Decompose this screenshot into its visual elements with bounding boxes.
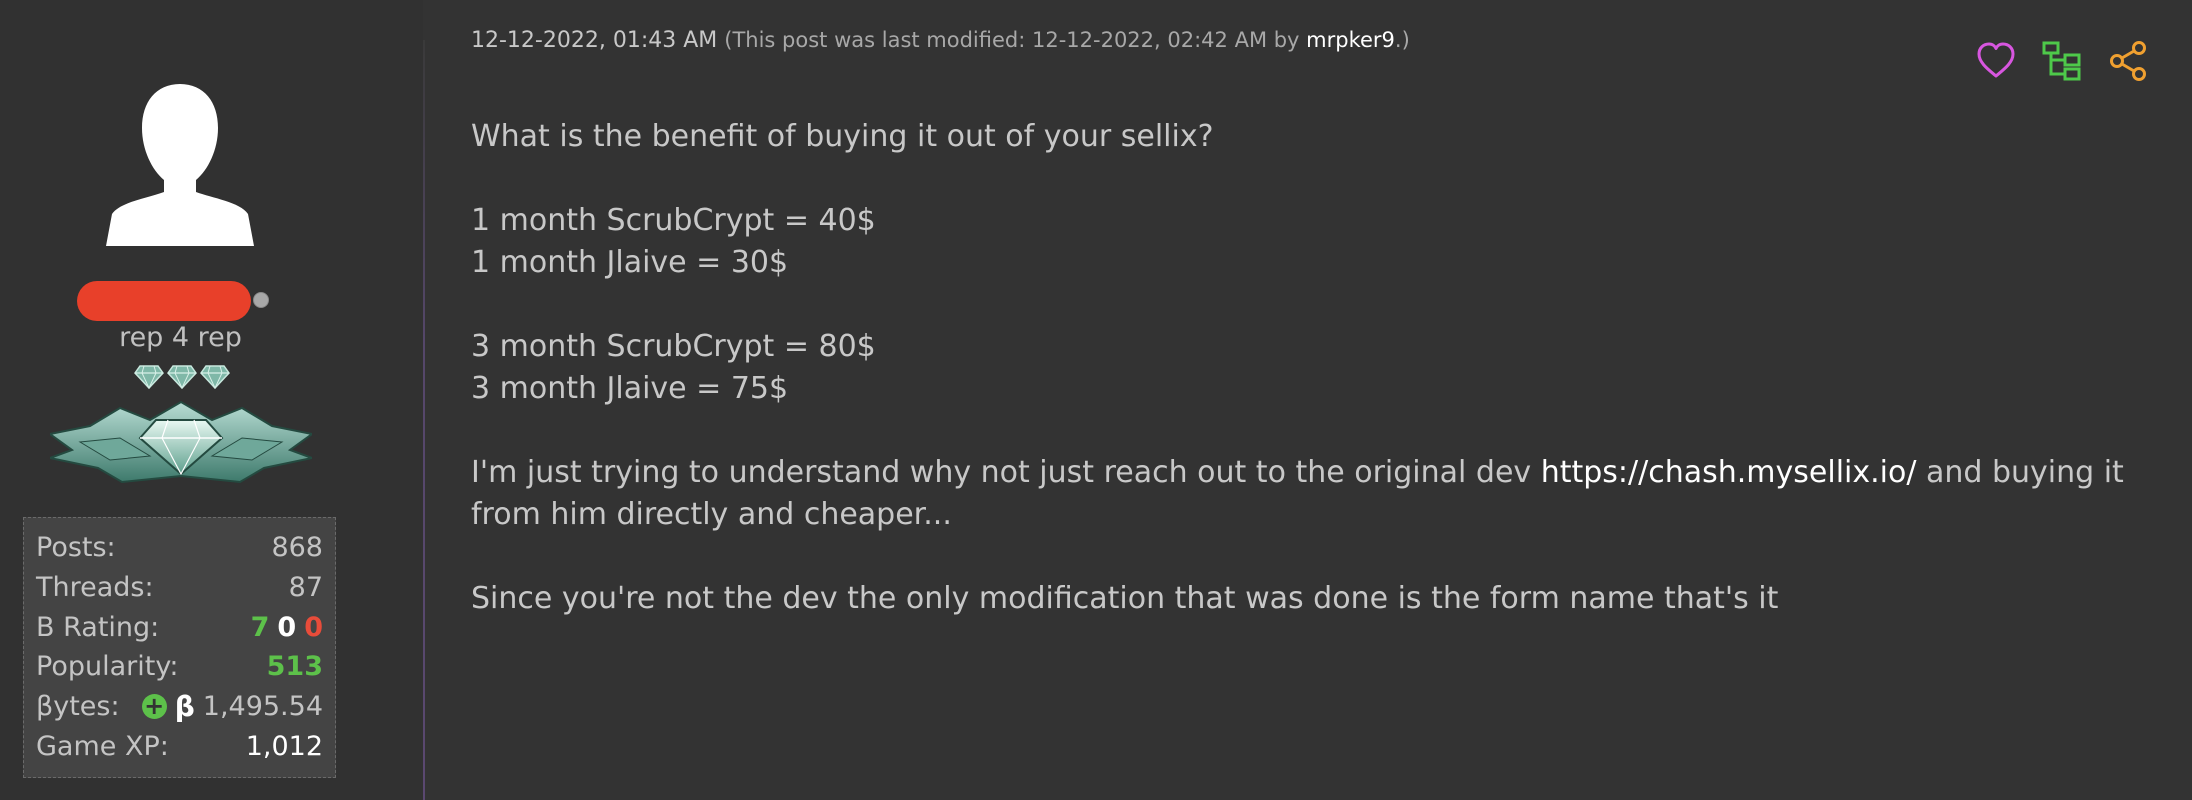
modified-suffix: .) [1394,28,1410,52]
post-paragraph: 3 month ScrubCrypt = 80$ 3 month Jlaive … [471,326,2171,410]
diamond-icon [200,365,230,390]
stat-label: Popularity: [36,651,179,683]
diamond-rank-badge [50,400,312,484]
bytes-value-group: + β 1,495.54 [141,690,323,724]
forum-post-page: rep 4 rep Posts: 868 Threads: 87 B Ratin… [0,0,2192,800]
tree-icon[interactable] [2041,40,2083,82]
post-text: I'm just trying to understand why not ju… [471,455,1541,490]
post-paragraph: I'm just trying to understand why not ju… [471,452,2171,536]
diamond-icon [167,365,197,390]
post-meta: 12-12-2022, 01:43 AM (This post was last… [471,28,1410,53]
post-line: 3 month Jlaive = 75$ [471,371,789,406]
post-line: What is the benefit of buying it out of … [471,119,1214,154]
modified-prefix: (This post was last modified: 12-12-2022… [724,28,1307,52]
avatar[interactable] [106,84,254,246]
modified-by-link[interactable]: mrpker9 [1306,28,1395,52]
post-date[interactable]: 12-12-2022, 01:43 AM [471,28,717,53]
post-paragraph: What is the benefit of buying it out of … [471,116,2171,158]
post-body: What is the benefit of buying it out of … [471,116,2171,662]
diamond-icon [134,365,164,390]
online-status-icon [253,292,269,308]
share-icon[interactable] [2107,40,2149,82]
stat-bytes: βytes: + β 1,495.54 [36,687,323,727]
bytes-symbol: β [174,690,195,724]
stat-game-xp: Game XP: 1,012 [36,726,323,766]
post-line: 1 month ScrubCrypt = 40$ [471,203,876,238]
stat-threads: Threads: 87 [36,568,323,608]
post-line: Since you're not the dev the only modifi… [471,581,1779,616]
stat-label: Posts: [36,532,116,564]
post-paragraph: 1 month ScrubCrypt = 40$ 1 month Jlaive … [471,200,2171,284]
post-line: 1 month Jlaive = 30$ [471,245,789,280]
stat-b-rating: B Rating: 700 [36,607,323,647]
user-title: rep 4 rep [119,322,242,353]
add-bytes-icon[interactable]: + [141,694,167,720]
stat-label: Game XP: [36,730,169,762]
post-modified-note: (This post was last modified: 12-12-2022… [724,28,1410,52]
posts-count[interactable]: 868 [271,532,323,563]
stat-label: Threads: [36,572,154,604]
game-xp-value: 1,012 [245,730,323,762]
heart-icon[interactable] [1975,40,2017,82]
stat-popularity: Popularity: 513 [36,647,323,687]
threads-count[interactable]: 87 [289,572,323,603]
stat-posts: Posts: 868 [36,528,323,568]
post-actions [1975,40,2149,82]
username-redacted[interactable] [77,281,251,321]
user-stats-box: Posts: 868 Threads: 87 B Rating: 700 Pop… [23,517,336,778]
reputation-gems [134,360,230,390]
bytes-amount: 1,495.54 [202,691,323,723]
author-panel: rep 4 rep Posts: 868 Threads: 87 B Ratin… [0,0,423,800]
stat-label: B Rating: [36,611,160,643]
popularity-value[interactable]: 513 [267,651,323,682]
sellix-link[interactable]: https://chash.mysellix.io/ [1541,455,1917,490]
b-rating-values[interactable]: 700 [243,612,323,643]
b-rating-positive: 7 [250,611,270,643]
b-rating-neutral: 0 [277,611,297,643]
b-rating-negative: 0 [304,611,323,643]
post-line: 3 month ScrubCrypt = 80$ [471,329,876,364]
column-divider [423,40,425,800]
stat-label: βytes: [36,691,120,723]
post-paragraph: Since you're not the dev the only modifi… [471,578,2171,620]
